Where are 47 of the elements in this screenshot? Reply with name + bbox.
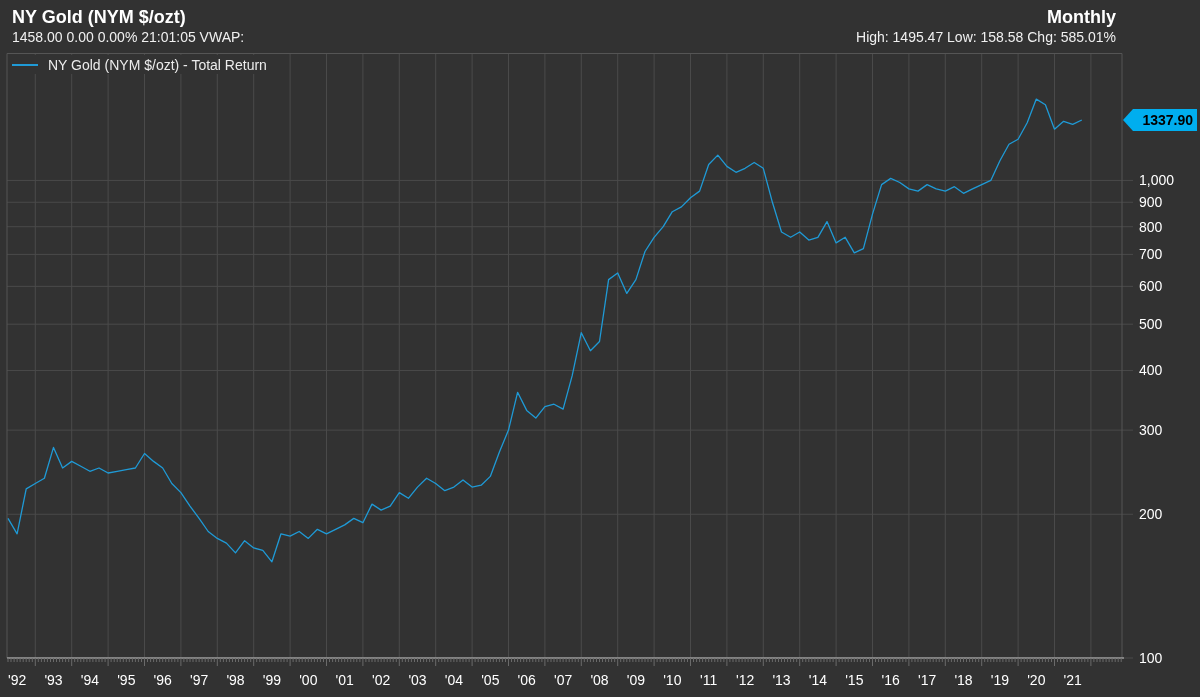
y-axis-label: 200 — [1139, 506, 1163, 523]
x-axis-label: '18 — [954, 672, 973, 688]
x-axis-label: '92 — [8, 672, 27, 688]
x-axis-label: '09 — [626, 672, 646, 688]
x-axis-label: '17 — [917, 672, 937, 688]
x-axis-label: '02 — [372, 672, 391, 688]
chart-title: NY Gold (NYM $/ozt) — [12, 6, 186, 28]
x-axis-label: '05 — [481, 672, 500, 688]
x-axis-label: '06 — [517, 672, 536, 688]
y-axis-label: 700 — [1139, 246, 1163, 263]
x-axis-label: '20 — [1027, 672, 1046, 688]
price-badge: 1337.90 — [1123, 109, 1197, 132]
y-axis-label: 900 — [1139, 194, 1163, 211]
x-axis-label: '07 — [553, 672, 573, 688]
x-axis-label: '12 — [735, 672, 755, 688]
x-axis-label: '96 — [153, 672, 172, 688]
x-axis-label: '01 — [335, 672, 354, 688]
y-axis-label: 300 — [1139, 422, 1163, 439]
y-axis-label: 400 — [1139, 362, 1163, 379]
x-axis-label: '99 — [262, 672, 281, 688]
quote-line: 1458.00 0.00 0.00% 21:01:05 VWAP: — [12, 28, 245, 46]
legend-label: NY Gold (NYM $/ozt) - Total Return — [48, 55, 267, 74]
x-axis-label: '94 — [80, 672, 100, 688]
x-axis-label: '11 — [700, 672, 718, 688]
x-axis-label: '13 — [772, 672, 791, 688]
y-axis-label: 100 — [1139, 650, 1163, 666]
x-axis-label: '03 — [408, 672, 427, 688]
legend-line-icon — [12, 63, 38, 66]
y-axis-label: 600 — [1139, 278, 1163, 295]
x-axis-label: '16 — [881, 672, 900, 688]
x-axis-label: '14 — [808, 672, 828, 688]
x-axis-label: '00 — [299, 672, 318, 688]
x-axis-label: '98 — [226, 672, 245, 688]
x-axis-label: '97 — [190, 672, 209, 688]
x-axis-label: '21 — [1063, 672, 1082, 688]
y-axis-label: 1,000 — [1139, 172, 1175, 189]
x-axis-label: '08 — [590, 672, 609, 688]
x-axis-label: '93 — [44, 672, 63, 688]
y-axis-label: 500 — [1139, 316, 1163, 333]
y-axis-label: 800 — [1139, 218, 1163, 235]
x-axis-label: '04 — [444, 672, 463, 688]
x-axis-label: '95 — [117, 672, 136, 688]
x-axis-label: '19 — [990, 672, 1010, 688]
x-axis-label: '15 — [845, 672, 864, 688]
period-label: Monthly — [1047, 6, 1116, 28]
range-stats: High: 1495.47 Low: 158.58 Chg: 585.01% — [856, 28, 1116, 46]
x-axis-label: '10 — [663, 672, 682, 688]
